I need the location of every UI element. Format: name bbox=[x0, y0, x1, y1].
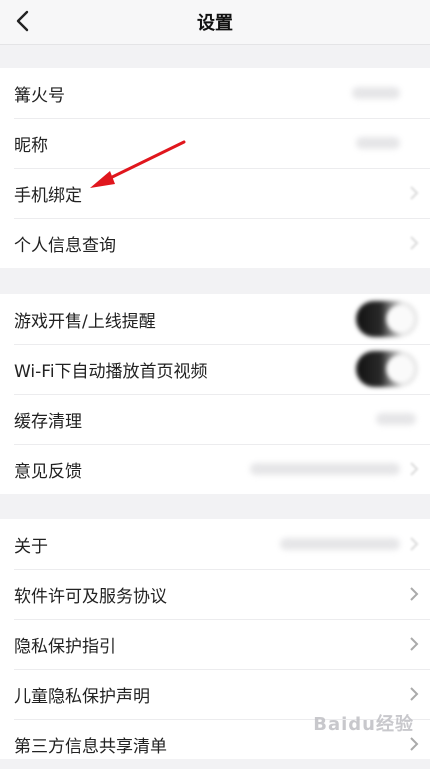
row-about[interactable]: 关于 bbox=[0, 519, 430, 569]
row-release-reminder: 游戏开售/上线提醒 bbox=[0, 294, 430, 344]
hidden-value bbox=[356, 137, 400, 149]
row-campfire-id[interactable]: 篝火号 bbox=[0, 68, 430, 118]
chevron-right-icon bbox=[408, 534, 420, 554]
row-phone-binding[interactable]: 手机绑定 bbox=[0, 168, 430, 218]
chevron-right-icon bbox=[408, 183, 420, 203]
row-nickname[interactable]: 昵称 bbox=[0, 118, 430, 168]
row-label: 儿童隐私保护声明 bbox=[14, 686, 150, 707]
row-label: 个人信息查询 bbox=[14, 235, 116, 256]
chevron-right-icon bbox=[408, 684, 420, 704]
row-feedback[interactable]: 意见反馈 bbox=[0, 444, 430, 494]
row-wifi-autoplay: Wi-Fi下自动播放首页视频 bbox=[0, 344, 430, 394]
wifi-autoplay-toggle[interactable] bbox=[356, 351, 418, 387]
hidden-value bbox=[280, 538, 400, 550]
hidden-value bbox=[250, 463, 400, 475]
row-label: 隐私保护指引 bbox=[14, 636, 116, 657]
hidden-value bbox=[376, 413, 416, 425]
back-button[interactable] bbox=[8, 6, 36, 36]
chevron-right-icon bbox=[408, 634, 420, 654]
row-license[interactable]: 软件许可及服务协议 bbox=[0, 569, 430, 619]
row-personal-info[interactable]: 个人信息查询 bbox=[0, 218, 430, 268]
row-clear-cache[interactable]: 缓存清理 bbox=[0, 394, 430, 444]
row-label: 软件许可及服务协议 bbox=[14, 586, 167, 607]
chevron-right-icon bbox=[408, 459, 420, 479]
chevron-left-icon bbox=[16, 10, 29, 32]
preferences-group: 游戏开售/上线提醒 Wi-Fi下自动播放首页视频 缓存清理 意见反馈 bbox=[0, 294, 430, 494]
row-label: 昵称 bbox=[14, 135, 48, 156]
row-label: 篝火号 bbox=[14, 85, 65, 106]
row-label: 第三方信息共享清单 bbox=[14, 736, 167, 757]
row-label: 游戏开售/上线提醒 bbox=[14, 311, 156, 332]
row-label: 缓存清理 bbox=[14, 411, 82, 432]
chevron-right-icon bbox=[408, 734, 420, 754]
account-group: 篝火号 昵称 手机绑定 个人信息查询 bbox=[0, 68, 430, 268]
row-label: 意见反馈 bbox=[14, 461, 82, 482]
row-privacy-guide[interactable]: 隐私保护指引 bbox=[0, 619, 430, 669]
row-label: Wi-Fi下自动播放首页视频 bbox=[14, 361, 208, 382]
page-title: 设置 bbox=[197, 13, 233, 34]
watermark: Baidu经验 bbox=[313, 714, 414, 735]
row-label: 关于 bbox=[14, 536, 48, 557]
release-reminder-toggle[interactable] bbox=[356, 301, 418, 337]
chevron-right-icon bbox=[408, 233, 420, 253]
chevron-right-icon bbox=[408, 584, 420, 604]
nav-bar: 设置 bbox=[0, 0, 430, 45]
hidden-value bbox=[352, 87, 400, 99]
row-label: 手机绑定 bbox=[14, 185, 82, 206]
